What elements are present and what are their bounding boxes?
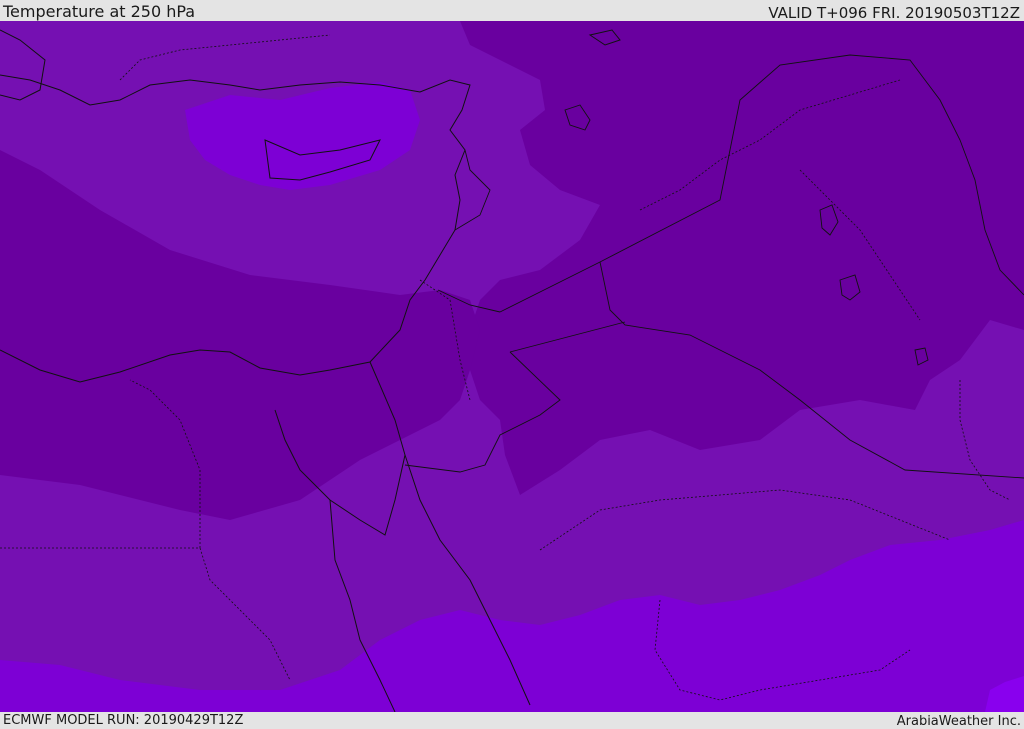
model-run-label: ECMWF MODEL RUN: 20190429T12Z (3, 713, 244, 728)
valid-time-label: VALID T+096 FRI. 20190503T12Z (768, 4, 1020, 22)
map-title: Temperature at 250 hPa (3, 2, 196, 21)
credit-label: ArabiaWeather Inc. (896, 714, 1021, 729)
footer-bar: ECMWF MODEL RUN: 20190429T12Z ArabiaWeat… (0, 712, 1024, 729)
header-bar: Temperature at 250 hPa VALID T+096 FRI. … (0, 0, 1024, 22)
temperature-map[interactable] (0, 21, 1024, 712)
map-canvas (0, 21, 1024, 712)
